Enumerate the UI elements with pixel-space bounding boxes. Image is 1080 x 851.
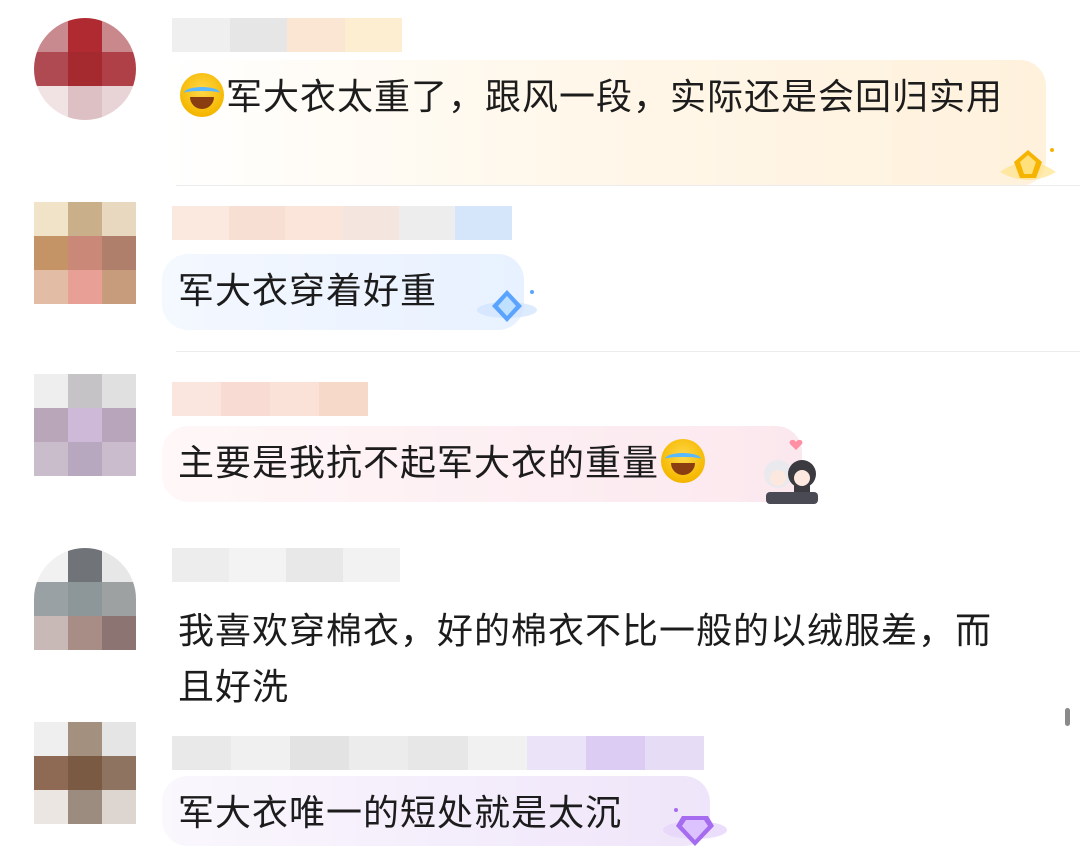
comment-item: 我喜欢穿棉衣，好的棉衣不比一般的以绒服差，而且好洗	[0, 522, 1080, 708]
scrollbar[interactable]	[1065, 708, 1070, 726]
comment-text: 军大衣太重了，跟风一段，实际还是会回归实用	[178, 70, 1026, 126]
avatar[interactable]	[34, 202, 136, 304]
comment-text: 军大衣唯一的短处就是太沉	[178, 793, 623, 834]
comment-bubble: 军大衣穿着好重	[162, 254, 524, 330]
username-blurred[interactable]	[172, 736, 704, 770]
blue-diamond-badge	[477, 290, 537, 322]
comment-bubble: 主要是我抗不起军大衣的重量	[162, 426, 802, 502]
comment-item: 主要是我抗不起军大衣的重量	[0, 352, 1080, 522]
divider	[176, 185, 1080, 186]
comment-bubble: 军大衣唯一的短处就是太沉	[162, 776, 710, 846]
anime-couple-sticker	[764, 439, 818, 504]
username-blurred[interactable]	[172, 382, 368, 416]
comment-text: 我喜欢穿棉衣，好的棉衣不比一般的以绒服差，而且好洗	[178, 611, 993, 708]
purple-gem-badge	[663, 808, 727, 846]
username-blurred[interactable]	[172, 206, 513, 240]
comment-item: 军大衣穿着好重	[0, 190, 1080, 352]
comment-bubble: 我喜欢穿棉衣，好的棉衣不比一般的以绒服差，而且好洗	[162, 594, 1042, 708]
username-blurred[interactable]	[172, 548, 400, 582]
comment-text: 主要是我抗不起军大衣的重量	[178, 436, 782, 492]
gold-crown-badge	[1000, 148, 1056, 180]
laughing-crying-emoji	[661, 439, 706, 483]
avatar[interactable]	[34, 18, 136, 120]
avatar[interactable]	[34, 722, 136, 824]
comment-text: 军大衣穿着好重	[178, 271, 438, 312]
comment-item: 军大衣唯一的短处就是太沉	[0, 708, 1080, 851]
laughing-crying-emoji	[180, 73, 224, 117]
comment-bubble: 军大衣太重了，跟风一段，实际还是会回归实用	[162, 60, 1046, 186]
username-blurred[interactable]	[172, 18, 402, 52]
avatar[interactable]	[34, 548, 136, 650]
comment-item: 军大衣太重了，跟风一段，实际还是会回归实用	[0, 0, 1080, 190]
avatar[interactable]	[34, 374, 136, 476]
